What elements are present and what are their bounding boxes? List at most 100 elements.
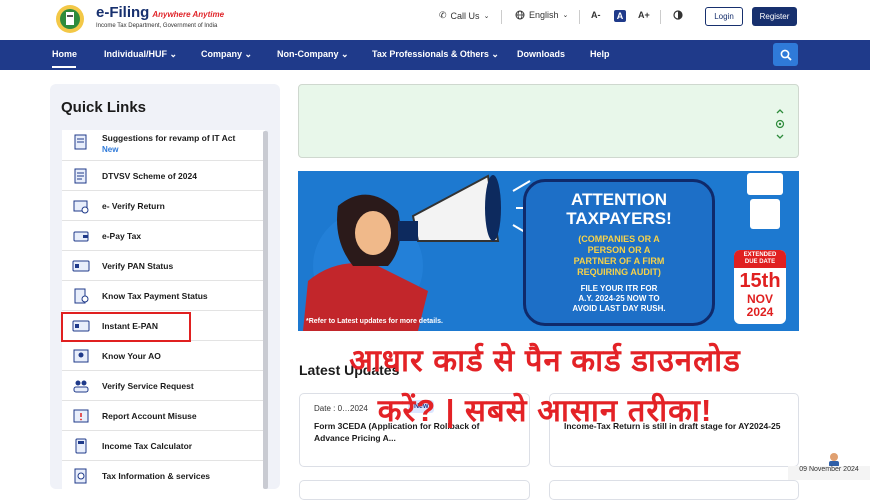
chevron-down-icon: ⌄ bbox=[483, 12, 490, 20]
search-button[interactable] bbox=[773, 43, 798, 66]
phone-icon: ✆ bbox=[439, 10, 447, 20]
quick-link-label: e-Pay Tax bbox=[102, 231, 142, 241]
hindi-title-overlay: आधार कार्ड से पैन कार्ड डाउनलोड करें? | … bbox=[300, 336, 790, 436]
quick-link-report-misuse[interactable]: Report Account Misuse bbox=[62, 401, 265, 431]
quick-link-label: Tax Information & services bbox=[102, 471, 211, 481]
nav-individual-label: Individual/HUF bbox=[104, 49, 167, 59]
due-year: 2024 bbox=[746, 305, 774, 319]
nav-help[interactable]: Help bbox=[590, 49, 610, 59]
attention-sub-2: PERSON OR A bbox=[587, 245, 651, 255]
nav-tax-professionals-label: Tax Professionals & Others bbox=[372, 49, 489, 59]
banner-refer-note: *Refer to Latest updates for more detail… bbox=[306, 318, 443, 325]
document-edit-icon bbox=[74, 134, 87, 150]
due-label-1: EXTENDED bbox=[743, 252, 777, 258]
font-decrease-label: A- bbox=[591, 10, 601, 20]
language-label: English bbox=[529, 10, 559, 20]
due-date-calendar: EXTENDED DUE DATE 15th NOV 2024 bbox=[734, 250, 786, 324]
contrast-toggle[interactable] bbox=[673, 10, 683, 20]
verify-icon bbox=[73, 200, 89, 214]
nav-home[interactable]: Home bbox=[52, 49, 77, 59]
attention-heading-2: TAXPAYERS! bbox=[566, 209, 672, 228]
wallet-icon bbox=[73, 231, 89, 242]
quick-link-verify-pan[interactable]: Verify PAN Status bbox=[62, 251, 265, 281]
due-label-2: DUE DATE bbox=[744, 259, 776, 265]
calculator-icon bbox=[75, 438, 87, 454]
quick-link-label: e- Verify Return bbox=[102, 201, 165, 211]
attention-file-1: FILE YOUR ITR FOR bbox=[580, 284, 658, 293]
quick-link-dtvsv[interactable]: DTVSV Scheme of 2024 bbox=[62, 161, 265, 191]
quick-links-scrollbar[interactable] bbox=[263, 131, 268, 489]
instant-epan-highlight bbox=[61, 312, 191, 342]
attention-sub-4: REQUIRING AUDIT) bbox=[577, 267, 661, 277]
font-increase-label: A+ bbox=[638, 10, 650, 20]
nav-non-company[interactable]: Non-Company ⌄ bbox=[277, 49, 349, 60]
attention-file-2: A.Y. 2024-25 NOW TO bbox=[578, 294, 660, 303]
contrast-icon bbox=[673, 10, 683, 20]
top-header: e-Filing Anywhere Anytime Income Tax Depa… bbox=[0, 0, 870, 40]
quick-link-label: Report Account Misuse bbox=[102, 411, 197, 421]
quick-link-label: Verify PAN Status bbox=[102, 261, 174, 271]
register-label: Register bbox=[759, 12, 790, 21]
ticker-controls-icon[interactable] bbox=[775, 107, 785, 141]
register-button[interactable]: Register bbox=[752, 7, 797, 26]
report-icon bbox=[73, 409, 89, 423]
nav-company[interactable]: Company ⌄ bbox=[201, 49, 252, 60]
quick-link-everify[interactable]: e- Verify Return bbox=[62, 191, 265, 221]
call-us-dropdown[interactable]: ✆ Call Us ⌄ bbox=[439, 10, 489, 21]
quick-link-label: Suggestions for revamp of IT Act bbox=[102, 133, 236, 143]
nav-individual-huf[interactable]: Individual/HUF ⌄ bbox=[104, 49, 177, 60]
brand-subtitle: Income Tax Department, Government of Ind… bbox=[96, 23, 218, 29]
quick-link-verify-service-request[interactable]: Verify Service Request bbox=[62, 371, 265, 401]
call-us-label: Call Us bbox=[450, 10, 480, 21]
quick-links-title: Quick Links bbox=[61, 99, 147, 116]
quick-link-know-your-ao[interactable]: Know Your AO bbox=[62, 341, 265, 371]
receipt-search-icon bbox=[74, 288, 89, 304]
chevron-down-icon: ⌄ bbox=[562, 12, 569, 19]
globe-icon bbox=[515, 10, 525, 20]
brand[interactable]: e-Filing Anywhere Anytime Income Tax Depa… bbox=[96, 4, 224, 29]
login-button[interactable]: Login bbox=[705, 7, 743, 26]
quick-link-tax-payment-status[interactable]: Know Tax Payment Status bbox=[62, 281, 265, 311]
quick-link-epay-tax[interactable]: e-Pay Tax bbox=[62, 221, 265, 251]
people-check-icon bbox=[73, 380, 89, 393]
font-normal-button[interactable]: A bbox=[614, 10, 626, 22]
quick-link-tax-calculator[interactable]: Income Tax Calculator bbox=[62, 431, 265, 461]
due-day: 15th bbox=[739, 270, 781, 292]
chatbot-avatar-icon[interactable] bbox=[826, 451, 842, 467]
main-nav: Home Individual/HUF ⌄ Company ⌄ Non-Comp… bbox=[0, 40, 870, 70]
quick-link-tax-information[interactable]: Tax Information & services bbox=[62, 461, 265, 489]
attention-file-3: AVOID LAST DAY RUSH. bbox=[572, 304, 666, 313]
emblem-logo bbox=[56, 5, 84, 33]
login-label: Login bbox=[714, 12, 734, 21]
overlay-line-2: करें? | सबसे आसान तरीका! bbox=[377, 393, 713, 428]
attention-heading-1: ATTENTION bbox=[570, 190, 667, 209]
nav-downloads[interactable]: Downloads bbox=[517, 49, 565, 59]
update-card[interactable] bbox=[549, 480, 799, 500]
language-dropdown[interactable]: English ⌄ bbox=[515, 10, 568, 20]
overlay-line-1: आधार कार्ड से पैन कार्ड डाउनलोड bbox=[349, 343, 741, 378]
chevron-down-icon: ⌄ bbox=[341, 49, 349, 59]
font-decrease-button[interactable]: A- bbox=[591, 10, 601, 20]
due-month: NOV bbox=[746, 292, 773, 306]
nav-tax-professionals[interactable]: Tax Professionals & Others ⌄ bbox=[372, 49, 499, 60]
attention-message-box: ATTENTION TAXPAYERS! (COMPANIES OR A PERSO… bbox=[523, 179, 715, 326]
new-badge: New bbox=[102, 145, 119, 154]
font-increase-button[interactable]: A+ bbox=[638, 10, 650, 20]
news-ticker-panel bbox=[298, 84, 799, 158]
quick-link-label: DTVSV Scheme of 2024 bbox=[102, 171, 197, 181]
brand-title: e-Filing bbox=[96, 4, 150, 21]
chevron-down-icon: ⌄ bbox=[244, 49, 253, 59]
quick-link-label: Income Tax Calculator bbox=[102, 441, 193, 451]
chevron-down-icon: ⌄ bbox=[169, 49, 178, 59]
search-icon bbox=[780, 49, 792, 61]
info-document-icon bbox=[74, 468, 87, 484]
footer-date: 09 November 2024 bbox=[788, 466, 870, 480]
attention-sub-3: PARTNER OF A FIRM bbox=[573, 256, 665, 266]
quick-link-suggestions[interactable]: Suggestions for revamp of IT Act New bbox=[62, 130, 265, 161]
emblem-badge bbox=[747, 173, 783, 195]
quick-links-panel: Quick Links Suggestions for revamp of IT… bbox=[50, 84, 280, 489]
person-card-icon bbox=[73, 349, 89, 363]
active-indicator bbox=[52, 66, 76, 68]
chevron-down-icon: ⌄ bbox=[491, 49, 499, 59]
update-card[interactable] bbox=[299, 480, 530, 500]
